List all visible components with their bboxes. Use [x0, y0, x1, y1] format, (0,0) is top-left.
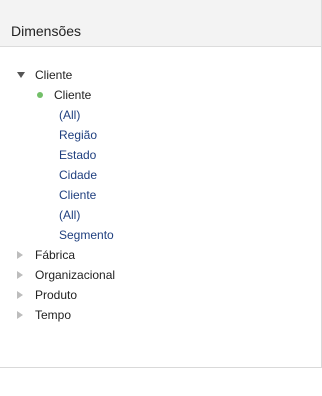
tree-node-label: Organizacional	[35, 268, 116, 282]
tree-node-label: Tempo	[35, 308, 72, 322]
tree-node-label: Cliente	[54, 88, 92, 102]
tree-level-regiao[interactable]: Região	[59, 126, 97, 144]
tree-level-estado[interactable]: Estado	[59, 146, 96, 164]
panel-header: Dimensões	[0, 0, 321, 47]
tree-level-label: (All)	[59, 208, 81, 222]
expand-arrow-right-icon[interactable]	[17, 251, 23, 259]
expand-arrow-right-icon[interactable]	[17, 291, 23, 299]
tree-level-label: Cliente	[59, 188, 97, 202]
panel-title: Dimensões	[11, 23, 82, 39]
tree-level-label: Cidade	[59, 168, 98, 182]
tree-level-label: Região	[59, 128, 98, 142]
tree-node-label: Cliente	[35, 68, 73, 82]
dimensions-panel: Dimensões Cliente Cliente (All) Região E…	[0, 0, 322, 368]
tree-level-label: Segmento	[59, 228, 114, 242]
expand-arrow-right-icon[interactable]	[17, 311, 23, 319]
tree-level-label: Estado	[59, 148, 97, 162]
tree-level-all[interactable]: (All)	[59, 106, 80, 124]
tree-level-cidade[interactable]: Cidade	[59, 166, 97, 184]
tree-level-segmento[interactable]: Segmento	[59, 226, 114, 244]
tree-node-label: Produto	[35, 288, 78, 302]
expand-arrow-down-icon[interactable]	[17, 72, 25, 78]
hierarchy-dot-icon	[37, 92, 43, 98]
tree-level-label: (All)	[59, 108, 81, 122]
tree-level-cliente[interactable]: Cliente	[59, 186, 96, 204]
expand-arrow-right-icon[interactable]	[17, 271, 23, 279]
tree-node-label: Fábrica	[35, 248, 76, 262]
tree-level-all-2[interactable]: (All)	[59, 206, 80, 224]
